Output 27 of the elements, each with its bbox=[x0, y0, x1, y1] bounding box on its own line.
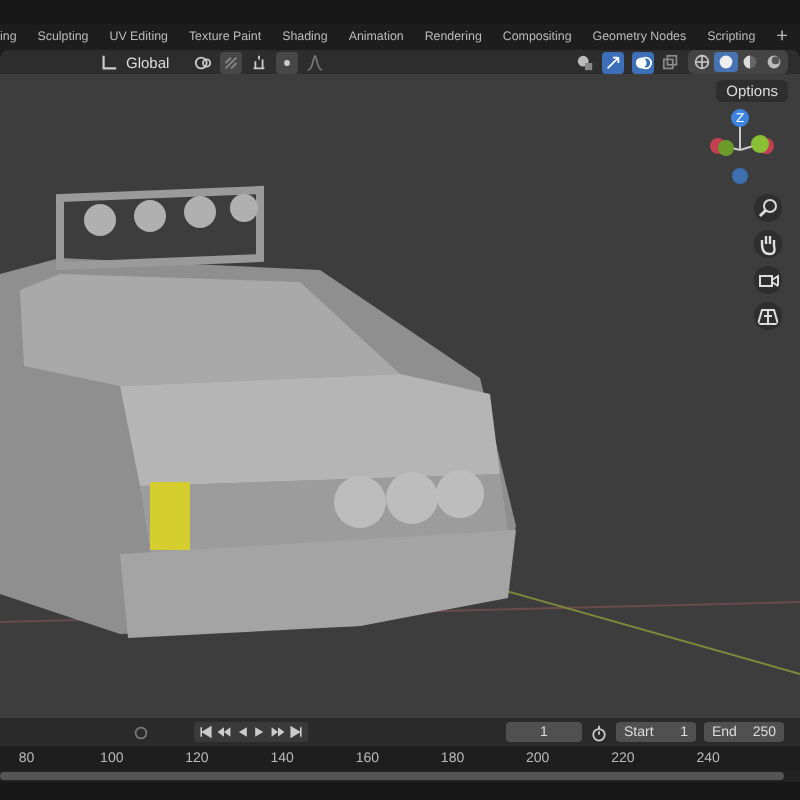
pivot-icon[interactable] bbox=[193, 53, 212, 71]
material-shading-button[interactable] bbox=[738, 52, 762, 72]
previous-keyframe-icon[interactable] bbox=[216, 724, 232, 740]
solid-shading-button[interactable] bbox=[714, 52, 738, 72]
play-icon[interactable] bbox=[252, 724, 268, 740]
add-workspace-button[interactable]: + bbox=[774, 26, 790, 48]
hand-icon[interactable] bbox=[754, 230, 782, 258]
camera-icon[interactable] bbox=[754, 266, 782, 294]
jump-start-icon[interactable] bbox=[198, 724, 214, 740]
axes-icon bbox=[100, 53, 118, 71]
keyframe-icon[interactable] bbox=[132, 723, 150, 741]
wireframe-shading-button[interactable] bbox=[690, 52, 714, 72]
gizmo-toggle-icon[interactable] bbox=[602, 51, 624, 73]
zoom-icon[interactable] bbox=[754, 194, 782, 222]
xray-icon[interactable] bbox=[662, 53, 680, 71]
play-reverse-icon[interactable] bbox=[234, 724, 250, 740]
overlays-icon[interactable] bbox=[632, 51, 654, 73]
stopwatch-icon[interactable] bbox=[590, 723, 608, 741]
falloff-curve-icon[interactable] bbox=[305, 53, 324, 71]
rendered-shading-button[interactable] bbox=[762, 52, 786, 72]
grid-icon[interactable] bbox=[754, 302, 782, 330]
jump-end-icon[interactable] bbox=[288, 724, 304, 740]
snap-icon[interactable] bbox=[219, 51, 242, 73]
timeline-scrollbar[interactable] bbox=[0, 772, 784, 780]
next-keyframe-icon[interactable] bbox=[270, 724, 286, 740]
visibility-icon[interactable] bbox=[576, 53, 594, 71]
proportional-edit-icon[interactable] bbox=[275, 51, 298, 73]
